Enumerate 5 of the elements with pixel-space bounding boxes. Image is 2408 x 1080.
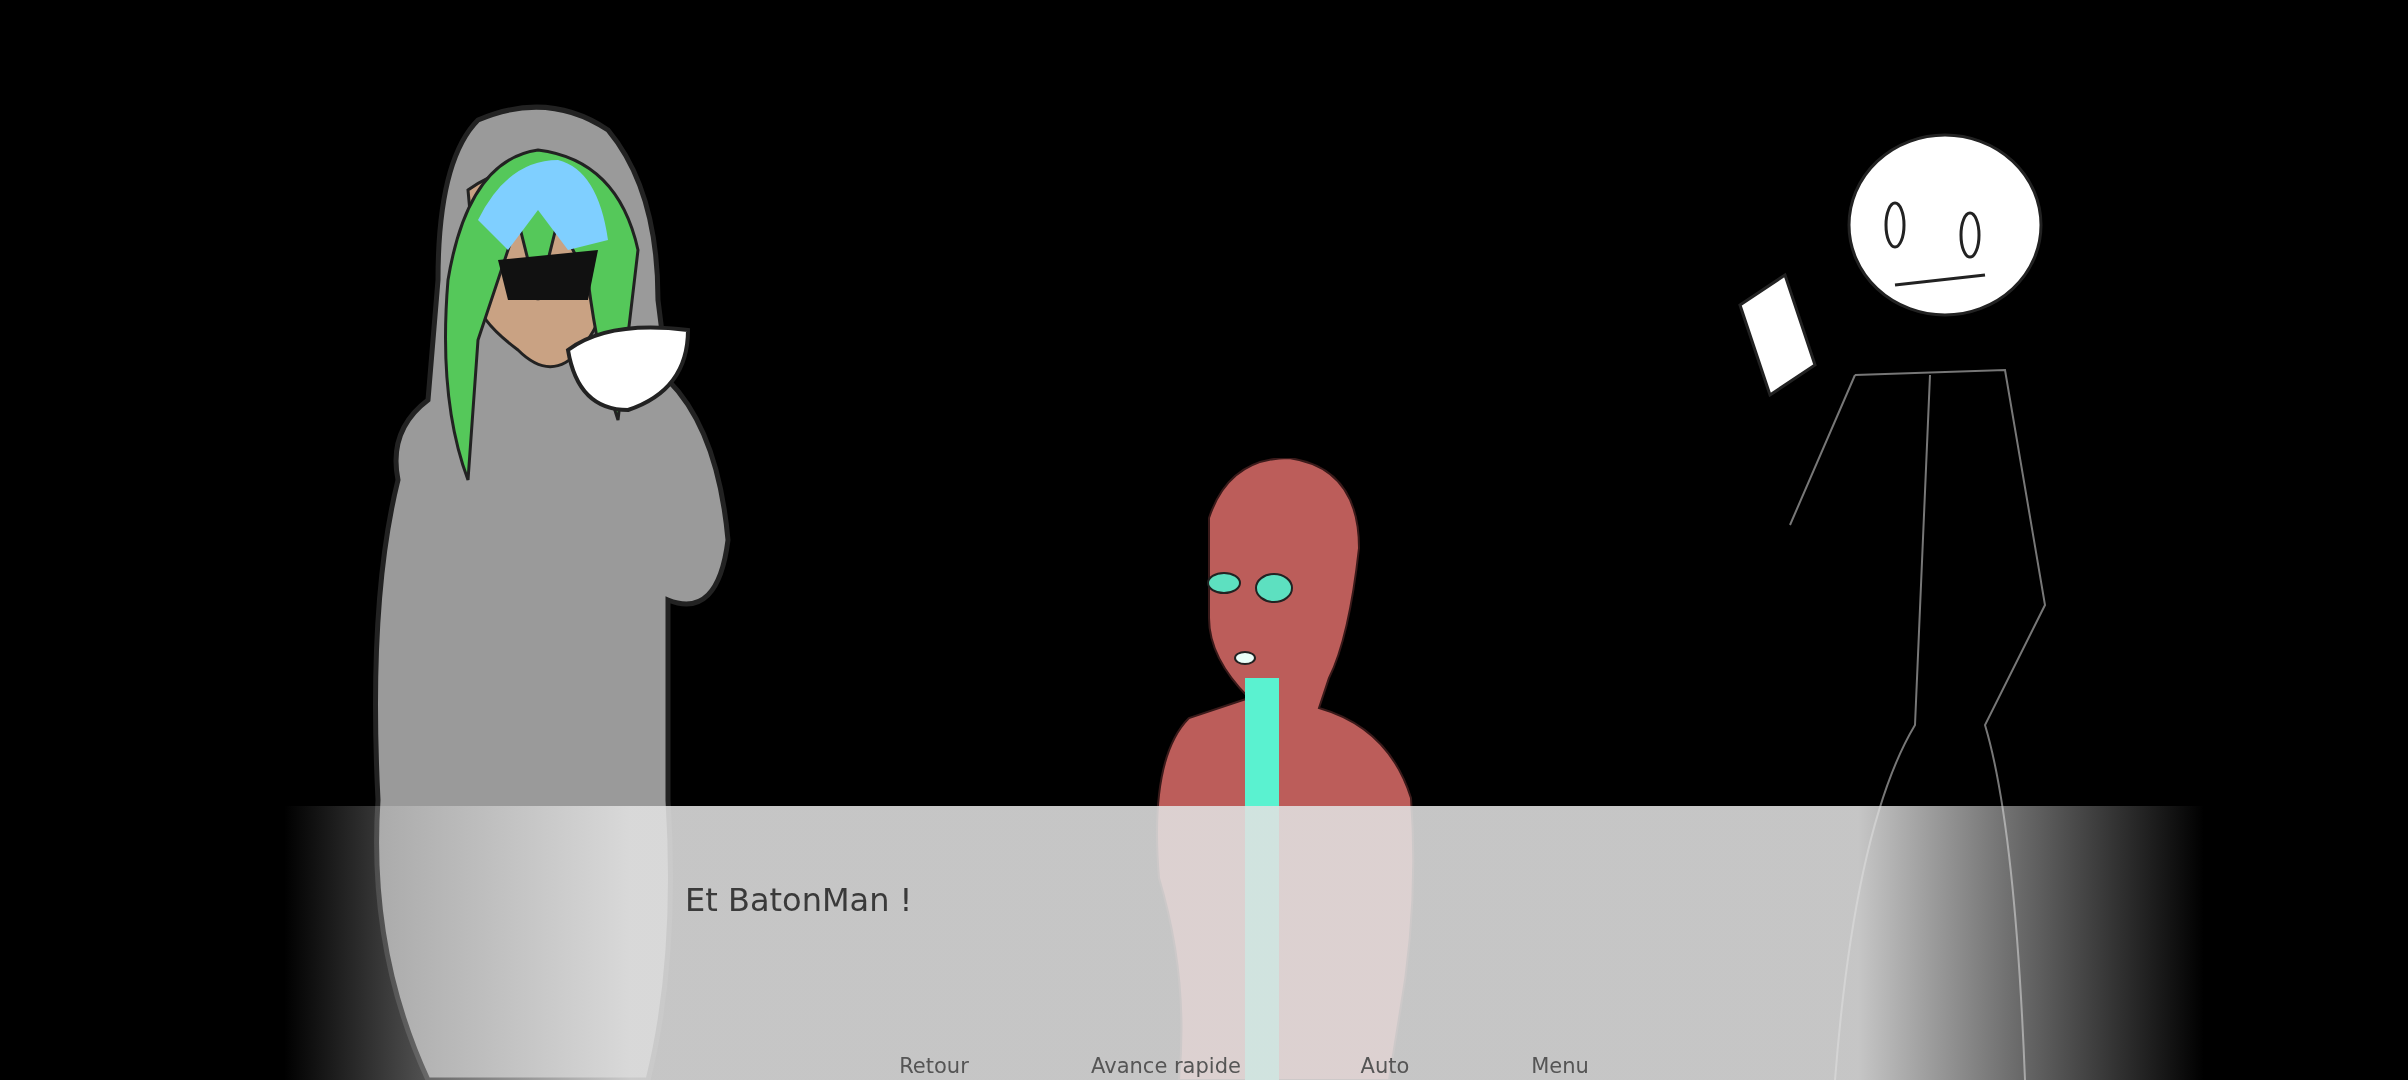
menu-button[interactable]: Menu bbox=[1531, 1052, 1589, 1080]
dialogue-text: Et BatonMan ! bbox=[685, 880, 913, 921]
menu-button[interactable]: Retour bbox=[899, 1052, 969, 1080]
menu-button[interactable]: Avance rapide bbox=[1091, 1052, 1241, 1080]
menu-button[interactable]: Auto bbox=[1360, 1052, 1410, 1080]
